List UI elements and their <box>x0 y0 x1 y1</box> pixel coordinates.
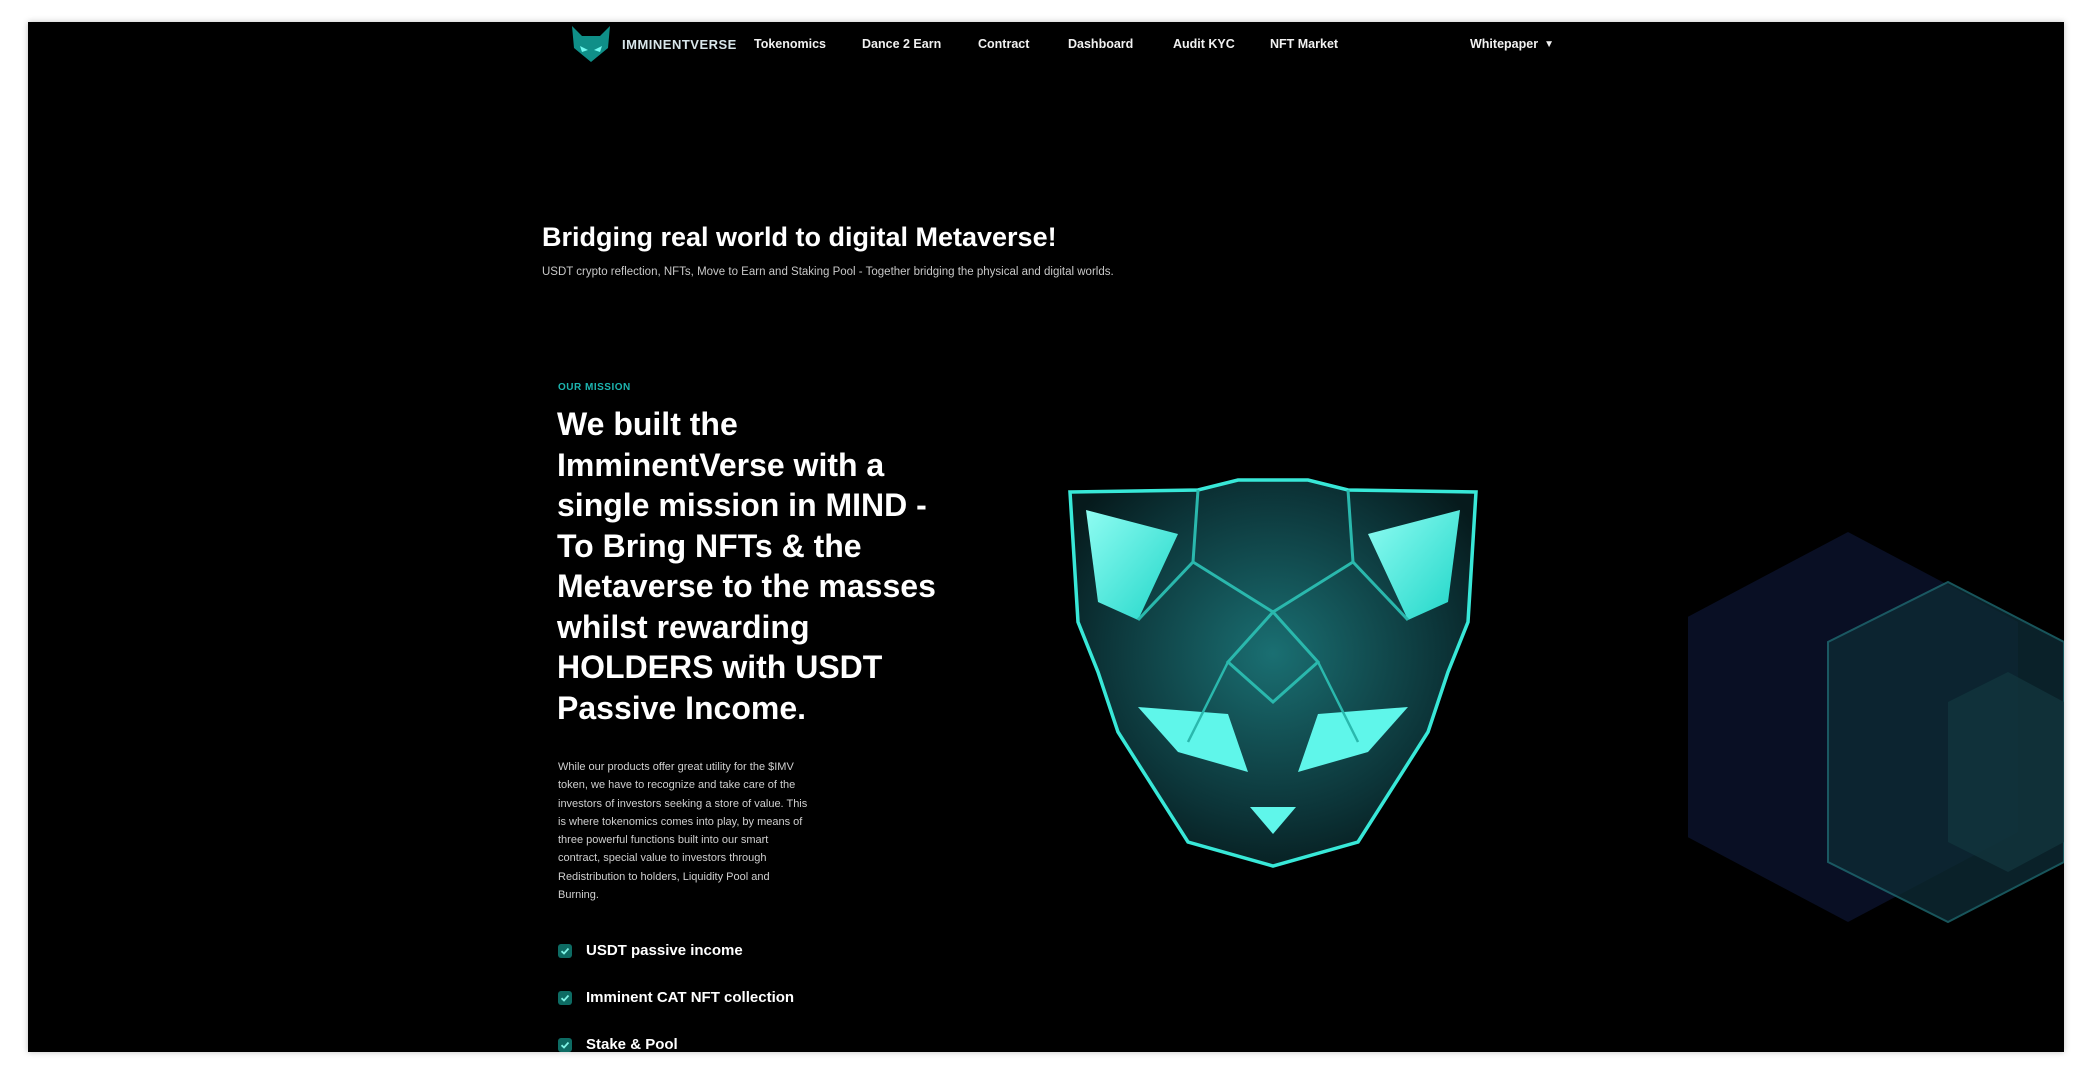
check-icon <box>558 943 572 958</box>
logo-text: IMMINENTVERSE <box>622 36 737 52</box>
nav-item-contract[interactable]: Contract <box>978 37 1029 51</box>
feature-list: USDT passive income Imminent CAT NFT col… <box>558 927 794 1052</box>
nav-item-tokenomics[interactable]: Tokenomics <box>754 37 826 51</box>
mission-body: While our products offer great utility f… <box>558 758 903 904</box>
mission-body-line: Redistribution to holders, Liquidity Poo… <box>558 870 770 883</box>
nav-item-dance-2-earn[interactable]: Dance 2 Earn <box>862 37 941 51</box>
check-icon <box>558 990 572 1005</box>
whitepaper-dropdown[interactable]: Whitepaper ▼ <box>1470 37 1554 51</box>
feature-item-stake-pool: Stake & Pool <box>558 1021 794 1052</box>
mission-heading-line: Metaverse to the masses <box>557 568 936 604</box>
mission-body-line: is where tokenomics comes into play, by … <box>558 815 803 828</box>
nav-item-nft-market[interactable]: NFT Market <box>1270 37 1338 51</box>
chevron-down-icon: ▼ <box>1544 39 1554 50</box>
decorative-hexagons <box>1678 502 2064 1022</box>
top-navigation: IMMINENTVERSE Tokenomics Dance 2 Earn Co… <box>28 22 2064 78</box>
mission-body-line: three powerful functions built into our … <box>558 834 769 847</box>
mission-body-line: While our products offer great utility f… <box>558 761 794 773</box>
cat-head-logo-icon <box>568 24 614 64</box>
mission-body-line: contract, special value to investors thr… <box>558 852 767 865</box>
check-icon <box>558 1037 572 1052</box>
mission-body-line: investors of investors seeking a store o… <box>558 797 808 810</box>
mission-heading-line: HOLDERS with USDT <box>557 649 883 685</box>
cat-mask-illustration <box>1028 452 1518 872</box>
mission-heading-line: To Bring NFTs & the <box>557 527 862 564</box>
nav-item-audit-kyc[interactable]: Audit KYC <box>1173 37 1235 51</box>
nav-item-dashboard[interactable]: Dashboard <box>1068 37 1133 51</box>
mission-body-line: token, we have to recognize and take car… <box>558 779 796 792</box>
feature-item-usdt-passive-income: USDT passive income <box>558 927 794 974</box>
feature-label: Stake & Pool <box>586 1036 678 1052</box>
mission-heading-line: single mission in MIND - <box>557 487 927 523</box>
mission-heading: We built the ImminentVerse with a single… <box>557 404 977 728</box>
mission-heading-line: Passive Income. <box>557 689 807 726</box>
mission-heading-line: We built the <box>557 406 738 442</box>
hero-title: Bridging real world to digital Metaverse… <box>542 222 1057 252</box>
feature-label: USDT passive income <box>586 942 743 959</box>
hero-subtitle: USDT crypto reflection, NFTs, Move to Ea… <box>542 266 1114 278</box>
whitepaper-label: Whitepaper <box>1470 37 1539 51</box>
feature-item-cat-nft-collection: Imminent CAT NFT collection <box>558 974 794 1021</box>
feature-label: Imminent CAT NFT collection <box>586 989 795 1006</box>
mission-body-line: Burning. <box>558 889 599 902</box>
page-frame: IMMINENTVERSE Tokenomics Dance 2 Earn Co… <box>28 22 2064 1052</box>
logo[interactable]: IMMINENTVERSE <box>568 22 737 66</box>
mission-label: OUR MISSION <box>558 382 631 393</box>
mission-heading-line: whilst rewarding <box>557 608 810 645</box>
mission-heading-line: ImminentVerse with a <box>557 446 885 483</box>
